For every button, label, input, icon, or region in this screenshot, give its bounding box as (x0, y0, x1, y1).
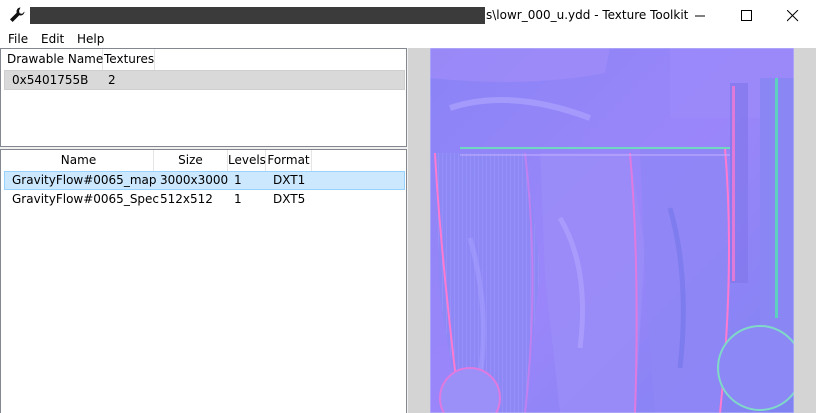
window-title: s\lowr_000_u.ydd - Texture Toolkit (486, 8, 689, 22)
minimize-icon (695, 15, 705, 17)
texture-format-cell: DXT1 (273, 173, 306, 187)
menu-bar: File Edit Help (0, 31, 816, 48)
drawable-list[interactable]: Drawable Name Textures 0x5401755B 2 (0, 48, 407, 147)
texture-size-cell: 3000x3000 (160, 173, 229, 187)
close-button[interactable] (770, 0, 816, 31)
minimize-button[interactable] (678, 0, 724, 31)
normal-map-image (430, 48, 794, 413)
redacted-path (30, 7, 485, 24)
column-header-drawable-name[interactable]: Drawable Name (4, 49, 103, 70)
drawable-textures-cell: 2 (108, 73, 116, 87)
drawable-name-cell: 0x5401755B (12, 73, 89, 87)
texture-format-cell: DXT5 (273, 192, 306, 206)
texture-levels-cell: 1 (234, 192, 242, 206)
wrench-icon (10, 7, 25, 22)
texture-preview[interactable] (408, 48, 816, 413)
column-header-name[interactable]: Name (4, 150, 154, 171)
close-icon (787, 10, 799, 22)
title-bar: s\lowr_000_u.ydd - Texture Toolkit (0, 0, 816, 31)
texture-name-cell: GravityFlow#0065_map (12, 173, 157, 187)
texture-levels-cell: 1 (234, 173, 242, 187)
maximize-icon (741, 10, 752, 21)
drawable-row[interactable]: 0x5401755B 2 (4, 70, 405, 90)
menu-file[interactable]: File (8, 32, 28, 46)
texture-row[interactable]: GravityFlow#0065_map 3000x3000 1 DXT1 (4, 171, 405, 190)
texture-list[interactable]: Name Size Levels Format GravityFlow#0065… (0, 149, 407, 413)
column-header-format[interactable]: Format (266, 150, 312, 171)
column-header-textures[interactable]: Textures (103, 49, 155, 70)
menu-help[interactable]: Help (77, 32, 104, 46)
menu-edit[interactable]: Edit (41, 32, 64, 46)
texture-row[interactable]: GravityFlow#0065_Spec 512x512 1 DXT5 (4, 191, 405, 210)
column-header-levels[interactable]: Levels (228, 150, 266, 171)
column-header-size[interactable]: Size (154, 150, 228, 171)
texture-size-cell: 512x512 (160, 192, 213, 206)
maximize-button[interactable] (724, 0, 770, 31)
texture-name-cell: GravityFlow#0065_Spec (12, 192, 160, 206)
